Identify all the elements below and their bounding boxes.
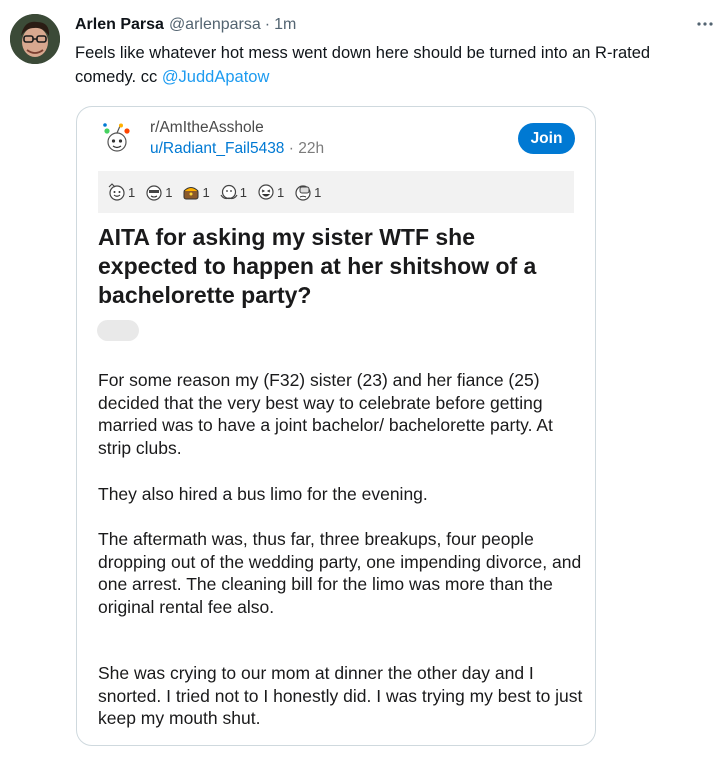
award-count: 1 xyxy=(128,184,136,200)
author-name[interactable]: Arlen Parsa xyxy=(75,16,164,34)
award-count: 1 xyxy=(165,184,173,200)
laughing-award-icon xyxy=(258,184,274,200)
post-title[interactable]: AITA for asking my sister WTF she expect… xyxy=(98,223,578,310)
post-meta: u/Radiant_Fail5438 · 22h xyxy=(150,140,324,158)
wholesome-award-icon xyxy=(108,183,125,201)
award-item[interactable]: 1 xyxy=(143,181,172,203)
subreddit-logo-icon xyxy=(100,121,134,155)
award-item[interactable]: 1 xyxy=(180,181,210,203)
award-count: 1 xyxy=(239,184,247,200)
facepalm-award-icon xyxy=(295,185,311,201)
helpful-award-icon xyxy=(146,185,162,201)
mention-link[interactable]: @JuddApatow xyxy=(162,68,270,86)
meta-separator: · xyxy=(288,140,294,157)
separator-dot: · xyxy=(264,16,271,33)
treasure-award-icon xyxy=(183,187,199,200)
avatar-photo xyxy=(10,14,60,64)
tweet-text: Feels like whatever hot mess went down h… xyxy=(75,41,705,89)
post-paragraph: For some reason my (F32) sister (23) and… xyxy=(98,370,553,458)
post-paragraph: They also hired a bus limo for the eveni… xyxy=(98,484,428,504)
award-item[interactable]: 1 xyxy=(106,181,135,203)
award-item[interactable]: 1 xyxy=(255,181,284,203)
reddit-post-card[interactable]: r/AmItheAsshole u/Radiant_Fail5438 · 22h… xyxy=(76,106,596,746)
award-item[interactable]: 1 xyxy=(292,181,321,203)
tweet-time[interactable]: 1m xyxy=(274,16,296,34)
join-button[interactable]: Join xyxy=(518,123,575,154)
award-item[interactable]: 1 xyxy=(218,181,247,203)
award-count: 1 xyxy=(202,184,210,200)
awards-bar: 1 1 1 1 1 1 xyxy=(98,171,574,213)
post-flair xyxy=(97,320,139,341)
subreddit-name[interactable]: r/AmItheAsshole xyxy=(150,119,264,137)
tweet-header: Arlen Parsa @arlenparsa · 1m xyxy=(75,14,296,36)
post-paragraph: She was crying to our mom at dinner the … xyxy=(98,663,583,728)
post-age: 22h xyxy=(298,140,325,157)
award-count: 1 xyxy=(314,184,322,200)
author-handle[interactable]: @arlenparsa xyxy=(169,16,261,34)
hug-award-icon xyxy=(220,184,238,200)
award-count: 1 xyxy=(276,184,285,200)
more-options-icon[interactable] xyxy=(695,14,715,34)
post-paragraph: The aftermath was, thus far, three break… xyxy=(98,529,582,617)
post-username[interactable]: u/Radiant_Fail5438 xyxy=(150,140,284,157)
avatar[interactable] xyxy=(10,14,60,64)
